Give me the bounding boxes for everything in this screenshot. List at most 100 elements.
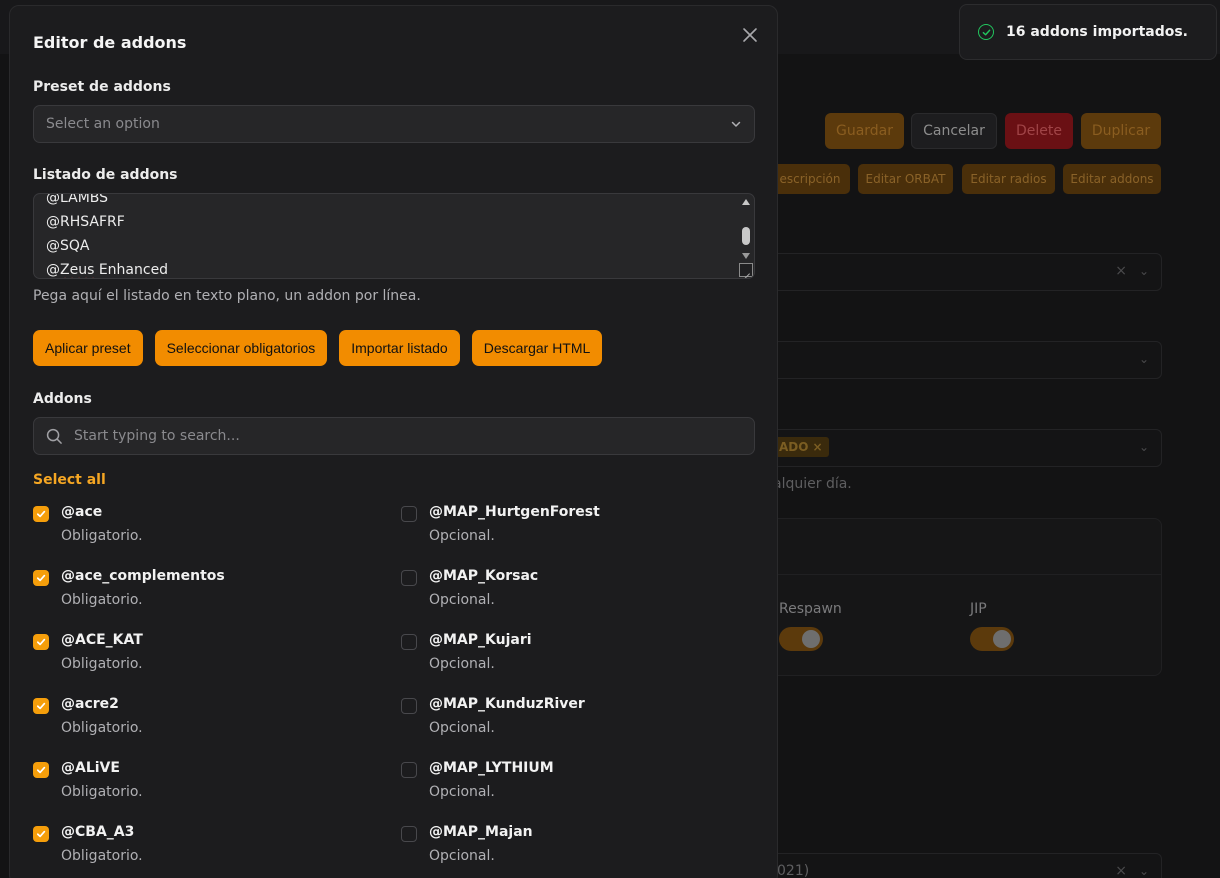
resize-handle-icon[interactable] bbox=[739, 263, 753, 277]
addons-editor-modal: Editor de addons Preset de addons Select… bbox=[9, 5, 778, 878]
check-icon bbox=[36, 638, 46, 646]
check-circle-icon bbox=[978, 24, 994, 40]
check-icon bbox=[36, 830, 46, 838]
addons-list-textarea[interactable]: @LAMBS @RHSAFRF @SQA @Zeus Enhanced bbox=[33, 193, 755, 279]
search-input[interactable] bbox=[74, 418, 744, 454]
jip-toggle[interactable] bbox=[970, 627, 1014, 651]
background-select-2[interactable]: ⌄ bbox=[770, 341, 1162, 379]
chevron-down-icon: ⌄ bbox=[1139, 264, 1150, 278]
respawn-toggle[interactable] bbox=[779, 627, 823, 651]
select-required-button[interactable]: Seleccionar obligatorios bbox=[154, 330, 328, 366]
list-line: @LAMBS bbox=[46, 193, 109, 206]
download-html-button[interactable]: Descargar HTML bbox=[471, 330, 603, 366]
select-all-link[interactable]: Select all bbox=[33, 472, 106, 488]
respawn-label: Respawn bbox=[779, 601, 842, 617]
addon-name: @MAP_Korsac bbox=[429, 568, 539, 584]
addons-search bbox=[33, 417, 755, 455]
addon-item[interactable]: @ace_complementos Obligatorio. bbox=[33, 568, 373, 622]
addon-item[interactable]: @MAP_LYTHIUM Opcional. bbox=[401, 760, 741, 814]
addon-checkbox[interactable] bbox=[33, 698, 49, 714]
edit-orbat-button[interactable]: Editar ORBAT bbox=[858, 164, 953, 194]
toast-notification: 16 addons importados. bbox=[959, 4, 1217, 60]
chevron-down-icon bbox=[731, 121, 741, 127]
addon-name: @MAP_KunduzRiver bbox=[429, 696, 585, 712]
search-icon bbox=[46, 428, 62, 444]
chevron-down-icon: ⌄ bbox=[1139, 864, 1150, 878]
background-hint: alquier día. bbox=[773, 476, 852, 492]
addon-name: @MAP_Majan bbox=[429, 824, 533, 840]
chip-remove-icon[interactable]: × bbox=[812, 440, 822, 454]
addon-checkbox[interactable] bbox=[33, 570, 49, 586]
addon-description: Obligatorio. bbox=[61, 720, 143, 736]
delete-button[interactable]: Delete bbox=[1005, 113, 1073, 149]
background-select-3[interactable]: ⌄ bbox=[770, 429, 1162, 467]
addon-name: @CBA_A3 bbox=[61, 824, 135, 840]
addon-checkbox[interactable] bbox=[33, 634, 49, 650]
card-divider bbox=[770, 574, 1162, 575]
clear-icon: × bbox=[1115, 863, 1127, 878]
addon-checkbox[interactable] bbox=[401, 634, 417, 650]
addon-name: @acre2 bbox=[61, 696, 119, 712]
addon-description: Opcional. bbox=[429, 656, 495, 672]
check-icon bbox=[36, 702, 46, 710]
action-buttons: Aplicar preset Seleccionar obligatorios … bbox=[33, 330, 603, 366]
addon-checkbox[interactable] bbox=[33, 762, 49, 778]
addon-checkbox[interactable] bbox=[401, 506, 417, 522]
list-help-text: Pega aquí el listado en texto plano, un … bbox=[33, 288, 421, 304]
jip-label: JIP bbox=[970, 601, 987, 617]
check-icon bbox=[36, 510, 46, 518]
scrollbar-thumb[interactable] bbox=[742, 227, 750, 245]
addon-checkbox[interactable] bbox=[401, 826, 417, 842]
addon-name: @MAP_LYTHIUM bbox=[429, 760, 554, 776]
addon-item[interactable]: @MAP_HurtgenForest Opcional. bbox=[401, 504, 741, 558]
modal-title: Editor de addons bbox=[33, 33, 187, 52]
chip-label: ADO bbox=[779, 440, 809, 454]
addon-description: Obligatorio. bbox=[61, 784, 143, 800]
addon-checkbox[interactable] bbox=[401, 762, 417, 778]
addon-item[interactable]: @ACE_KAT Obligatorio. bbox=[33, 632, 373, 686]
duplicate-button[interactable]: Duplicar bbox=[1081, 113, 1161, 149]
addon-item[interactable]: @MAP_Korsac Opcional. bbox=[401, 568, 741, 622]
addon-name: @ace_complementos bbox=[61, 568, 225, 584]
addon-checkbox[interactable] bbox=[401, 570, 417, 586]
list-line: @Zeus Enhanced bbox=[46, 262, 169, 278]
edit-radios-button[interactable]: Editar radios bbox=[962, 164, 1055, 194]
addon-item[interactable]: @MAP_Kujari Opcional. bbox=[401, 632, 741, 686]
addon-name: @ace bbox=[61, 504, 103, 520]
addon-description: Opcional. bbox=[429, 848, 495, 864]
edit-description-button[interactable]: escripción bbox=[770, 164, 850, 194]
apply-preset-button[interactable]: Aplicar preset bbox=[33, 330, 143, 366]
addon-item[interactable]: @ace Obligatorio. bbox=[33, 504, 373, 558]
textarea-scrollbar[interactable] bbox=[739, 195, 753, 265]
addon-item[interactable]: @MAP_KunduzRiver Opcional. bbox=[401, 696, 741, 750]
preset-label: Preset de addons bbox=[33, 79, 171, 95]
clear-icon: × bbox=[1115, 263, 1127, 279]
addon-description: Obligatorio. bbox=[61, 528, 143, 544]
addon-description: Opcional. bbox=[429, 592, 495, 608]
addon-item[interactable]: @CBA_A3 Obligatorio. bbox=[33, 824, 373, 878]
import-list-button[interactable]: Importar listado bbox=[339, 330, 460, 366]
addon-item[interactable]: @acre2 Obligatorio. bbox=[33, 696, 373, 750]
addon-item[interactable]: @MAP_Majan Opcional. bbox=[401, 824, 741, 878]
addon-checkbox[interactable] bbox=[33, 506, 49, 522]
background-select-4[interactable]: × ⌄ bbox=[770, 853, 1162, 878]
check-icon bbox=[36, 766, 46, 774]
background-select-4-value: 021) bbox=[777, 863, 810, 878]
cancel-button[interactable]: Cancelar bbox=[911, 113, 997, 149]
close-button[interactable] bbox=[739, 24, 761, 46]
addon-description: Obligatorio. bbox=[61, 848, 143, 864]
save-button[interactable]: Guardar bbox=[825, 113, 904, 149]
scroll-up-arrow-icon[interactable] bbox=[742, 199, 750, 205]
addon-checkbox[interactable] bbox=[33, 826, 49, 842]
edit-addons-button[interactable]: Editar addons bbox=[1063, 164, 1161, 194]
addon-name: @MAP_Kujari bbox=[429, 632, 532, 648]
background-select-1[interactable]: × ⌄ bbox=[770, 253, 1162, 291]
background-card bbox=[770, 518, 1162, 676]
close-icon bbox=[743, 28, 757, 42]
preset-select[interactable]: Select an option bbox=[33, 105, 755, 143]
addon-checkbox[interactable] bbox=[401, 698, 417, 714]
scroll-down-arrow-icon[interactable] bbox=[742, 253, 750, 259]
addon-description: Obligatorio. bbox=[61, 592, 143, 608]
addon-item[interactable]: @ALiVE Obligatorio. bbox=[33, 760, 373, 814]
addon-description: Obligatorio. bbox=[61, 656, 143, 672]
